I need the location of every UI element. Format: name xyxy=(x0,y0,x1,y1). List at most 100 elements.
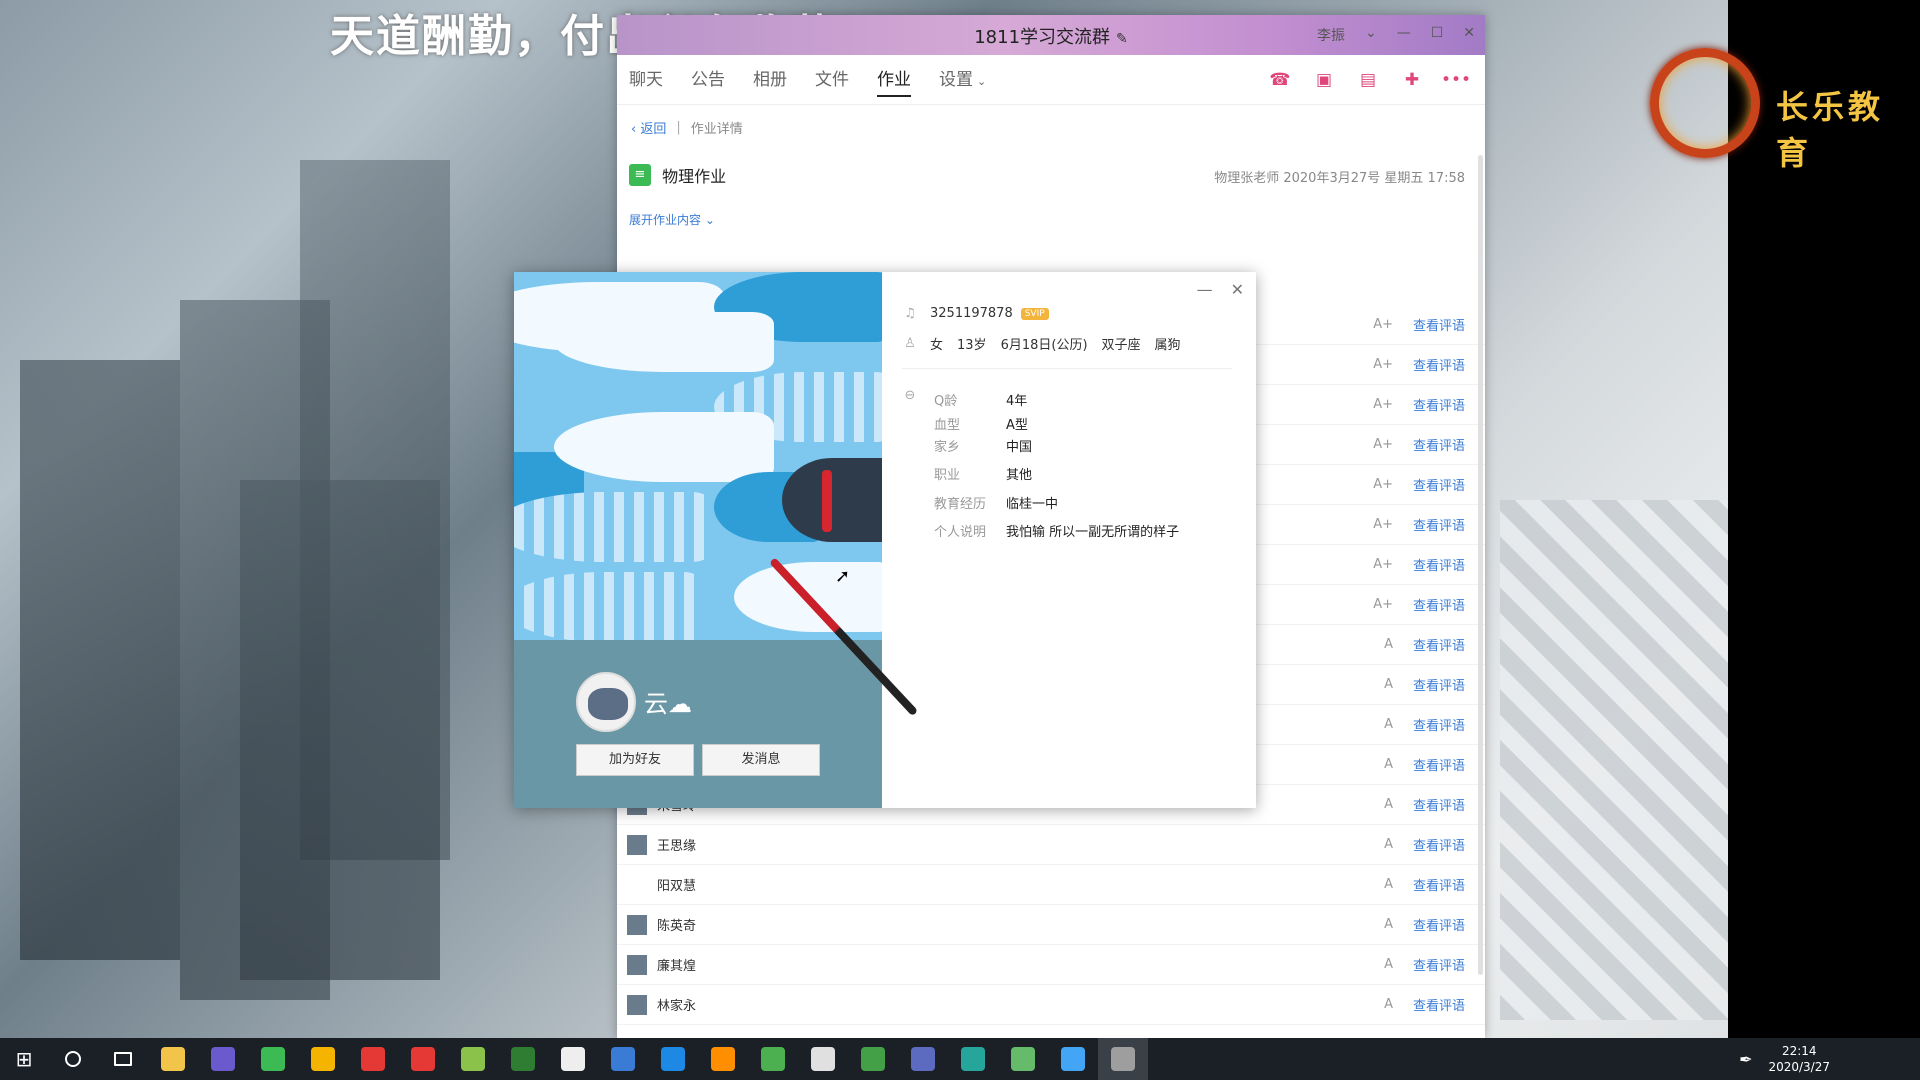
netease-icon[interactable] xyxy=(348,1038,398,1080)
tab-settings-label: 设置 xyxy=(939,69,973,90)
app5-icon[interactable] xyxy=(498,1038,548,1080)
lesson-icon[interactable]: ▤ xyxy=(1353,65,1383,95)
detail-key: 职业 xyxy=(934,468,961,483)
view-comment-link[interactable]: 查看评语 xyxy=(1413,875,1465,894)
send-message-button[interactable]: 发消息 xyxy=(702,744,820,776)
add-friend-button[interactable]: 加为好友 xyxy=(576,744,694,776)
brand-logo: 长乐教育 xyxy=(1650,48,1920,178)
minimize-icon[interactable]: — xyxy=(1397,25,1411,45)
tab-announcement[interactable]: 公告 xyxy=(691,55,725,105)
taskbar-apps xyxy=(148,1038,1148,1080)
tab-album[interactable]: 相册 xyxy=(753,55,787,105)
explorer-icon[interactable] xyxy=(148,1038,198,1080)
view-comment-link[interactable]: 查看评语 xyxy=(1413,635,1465,654)
view-comment-link[interactable]: 查看评语 xyxy=(1413,435,1465,454)
close-icon[interactable]: ✕ xyxy=(1231,280,1244,299)
view-comment-link[interactable]: 查看评语 xyxy=(1413,795,1465,814)
maximize-icon[interactable]: ☐ xyxy=(1431,25,1444,45)
profile-card: 云☁ 加为好友 发消息 — ✕ ♫ 3251197878 SVIP ♙ 女 13… xyxy=(514,272,1256,808)
system-tray: ✒ 22:14 2020/3/27 xyxy=(1739,1038,1830,1080)
grade: A+ xyxy=(1373,357,1393,372)
expand-content-link[interactable]: 展开作业内容 ⌄ xyxy=(617,211,1485,241)
view-comment-link[interactable]: 查看评语 xyxy=(1413,835,1465,854)
tab-files[interactable]: 文件 xyxy=(815,55,849,105)
grade: A+ xyxy=(1373,597,1393,612)
avatar xyxy=(627,834,647,855)
app6-icon[interactable] xyxy=(598,1038,648,1080)
app4-icon[interactable] xyxy=(448,1038,498,1080)
vip-badge[interactable]: SVIP xyxy=(1020,307,1049,320)
profile-cover-image xyxy=(514,272,882,640)
task-view-icon[interactable] xyxy=(98,1038,148,1080)
view-comment-link[interactable]: 查看评语 xyxy=(1413,755,1465,774)
popup-controls: — ✕ xyxy=(1197,280,1244,299)
grade: A xyxy=(1384,637,1393,652)
illustrator-icon[interactable] xyxy=(698,1038,748,1080)
video-icon[interactable]: ▣ xyxy=(1309,65,1339,95)
edit-icon[interactable]: ✎ xyxy=(1116,31,1128,47)
taskbar: ⊞ ✒ 22:14 2020/3/27 xyxy=(0,1038,1920,1080)
tab-settings[interactable]: 设置 ⌄ xyxy=(939,55,986,105)
avatar xyxy=(627,875,647,895)
close-icon[interactable]: ✕ xyxy=(1463,25,1475,45)
chevron-down-icon[interactable]: ⌄ xyxy=(1365,25,1377,45)
grade: A xyxy=(1384,877,1393,892)
app1-icon[interactable] xyxy=(198,1038,248,1080)
qq-active-icon-glyph xyxy=(1111,1047,1135,1071)
avatar[interactable] xyxy=(576,672,636,732)
back-link[interactable]: ‹ 返回 xyxy=(631,118,666,137)
grade: A xyxy=(1384,957,1393,972)
qq-active-icon[interactable] xyxy=(1098,1038,1148,1080)
tab-homework[interactable]: 作业 xyxy=(877,55,911,105)
birthday: 6月18日(公历) xyxy=(1000,338,1088,353)
student-name: 王思缘 xyxy=(657,839,697,854)
scrollbar[interactable] xyxy=(1478,155,1483,975)
minimize-icon[interactable]: — xyxy=(1197,280,1213,299)
app12-icon[interactable] xyxy=(1048,1038,1098,1080)
wechat-icon[interactable] xyxy=(748,1038,798,1080)
gender: 女 xyxy=(930,338,944,353)
view-comment-link[interactable]: 查看评语 xyxy=(1413,555,1465,574)
app5-icon-glyph xyxy=(511,1047,535,1071)
app2-icon[interactable] xyxy=(248,1038,298,1080)
window-title: 1811学习交流群 xyxy=(974,27,1111,48)
view-comment-link[interactable]: 查看评语 xyxy=(1413,395,1465,414)
detail-value: 临桂一中 xyxy=(1006,497,1059,512)
more-icon[interactable]: ••• xyxy=(1441,65,1471,95)
view-comment-link[interactable]: 查看评语 xyxy=(1413,475,1465,494)
screen-share-icon[interactable]: ✚ xyxy=(1397,65,1427,95)
pen-icon[interactable]: ✒ xyxy=(1739,1050,1752,1069)
grade: A+ xyxy=(1373,517,1393,532)
view-comment-link[interactable]: 查看评语 xyxy=(1413,595,1465,614)
grade: A xyxy=(1384,917,1393,932)
app11-icon[interactable] xyxy=(998,1038,1048,1080)
app10-icon[interactable] xyxy=(948,1038,998,1080)
app8-icon[interactable] xyxy=(848,1038,898,1080)
clock[interactable]: 22:14 2020/3/27 xyxy=(1768,1043,1830,1075)
view-comment-link[interactable]: 查看评语 xyxy=(1413,915,1465,934)
app3-icon[interactable] xyxy=(298,1038,348,1080)
grade: A+ xyxy=(1373,397,1393,412)
view-comment-link[interactable]: 查看评语 xyxy=(1413,315,1465,334)
title-bar[interactable]: 1811学习交流群 ✎ 李振 ⌄ — ☐ ✕ xyxy=(617,15,1485,55)
view-comment-link[interactable]: 查看评语 xyxy=(1413,515,1465,534)
app9-icon[interactable] xyxy=(898,1038,948,1080)
photoshop-icon[interactable] xyxy=(648,1038,698,1080)
view-comment-link[interactable]: 查看评语 xyxy=(1413,355,1465,374)
view-comment-link[interactable]: 查看评语 xyxy=(1413,995,1465,1014)
view-comment-link[interactable]: 查看评语 xyxy=(1413,675,1465,694)
windows-start-icon[interactable]: ⊞ xyxy=(0,1038,48,1080)
app1-icon-glyph xyxy=(211,1047,235,1071)
app7-icon[interactable] xyxy=(798,1038,848,1080)
view-comment-link[interactable]: 查看评语 xyxy=(1413,955,1465,974)
clock-date: 2020/3/27 xyxy=(1768,1060,1830,1074)
phone-icon[interactable]: ☎ xyxy=(1265,65,1295,95)
tab-chat[interactable]: 聊天 xyxy=(629,55,663,105)
qq-icon[interactable] xyxy=(398,1038,448,1080)
breadcrumb: ‹ 返回 | 作业详情 xyxy=(617,105,1485,149)
logo-ring-icon xyxy=(1650,48,1760,158)
view-comment-link[interactable]: 查看评语 xyxy=(1413,715,1465,734)
profile-right-panel: — ✕ ♫ 3251197878 SVIP ♙ 女 13岁 6月18日(公历) … xyxy=(882,272,1256,808)
search-icon[interactable] xyxy=(48,1038,98,1080)
calculator-icon[interactable] xyxy=(548,1038,598,1080)
